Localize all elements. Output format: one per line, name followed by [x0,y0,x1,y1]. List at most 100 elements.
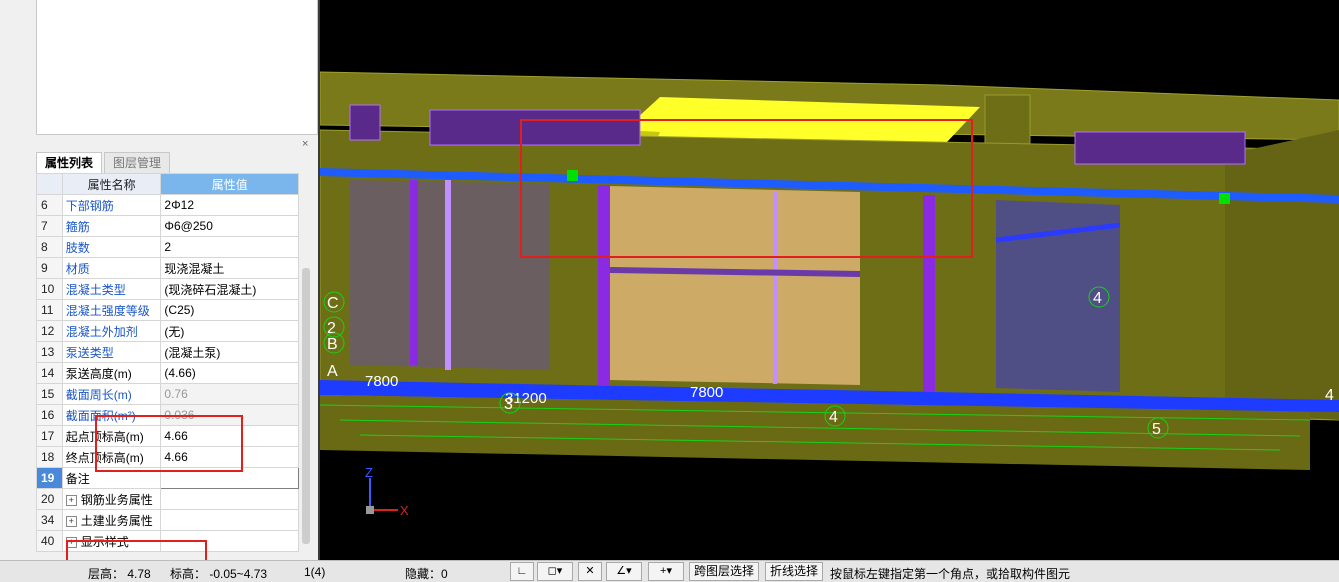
grid-label: A [327,363,338,380]
transom [609,267,861,277]
property-name-header: 属性名称 [61,173,162,195]
row-number: 13 [36,341,63,363]
property-name: 材质 [61,257,162,279]
panel-tabs: 属性列表 图层管理 [36,152,172,173]
grid-label: 3 [504,396,513,413]
property-name: 混凝土强度等级 [61,299,162,321]
tab-property-list[interactable]: 属性列表 [36,152,103,173]
x-axis-label: X [400,503,409,518]
property-name: 混凝土类型 [61,278,162,300]
table-row[interactable]: 15 截面周长(m) 0.76 [36,383,299,405]
property-value[interactable]: (无) [160,320,299,342]
row-number: 18 [36,446,63,468]
property-value[interactable]: (C25) [160,299,299,321]
property-panel: × 属性列表 图层管理 属性名称 属性值 6 下部钢筋 2Φ12 7 箍筋 Φ6@250… [0,0,318,560]
highlight-box-elevation [95,415,243,472]
cross-icon[interactable]: ✕ [578,562,602,581]
grip-handle[interactable] [1219,193,1230,204]
property-value [160,488,299,510]
polyline-select-button[interactable]: 折线选择 [765,562,824,581]
purple-panel [1074,131,1246,165]
property-value[interactable]: 现浇混凝土 [160,257,299,279]
component-list-area[interactable] [36,0,318,135]
row-number: 19 [36,467,63,489]
property-value[interactable]: 2Φ12 [160,194,299,216]
floor-height-readout: 层高： 4.78 [88,567,151,581]
property-value[interactable]: (现浇碎石混凝土) [160,278,299,300]
snap-icon[interactable]: ◻▾ [537,562,573,581]
grip-handle[interactable] [567,170,578,181]
elevation-readout: 标高： -0.05~4.73 [170,567,268,581]
grid-label: 4 [1093,290,1102,307]
property-value: 0.76 [160,383,299,405]
table-row[interactable]: 10 混凝土类型 (现浇碎石混凝土) [36,278,299,300]
table-row[interactable]: 9 材质 现浇混凝土 [36,257,299,279]
property-value[interactable]: (混凝土泵) [160,341,299,363]
row-number: 7 [36,215,63,237]
property-name: 泵送高度(m) [61,362,162,384]
property-value[interactable]: Φ6@250 [160,215,299,237]
property-group-label: 钢筋业务属性 [80,492,153,507]
purple-panel [349,104,381,141]
hidden-count: 隐藏：0 [405,567,448,581]
property-value[interactable]: (4.66) [160,362,299,384]
column [410,180,418,365]
property-name: 泵送类型 [61,341,162,363]
expand-icon[interactable]: + [65,515,77,527]
row-number: 9 [36,257,63,279]
angle-icon[interactable]: ∠▾ [606,562,642,581]
cross-layer-select-button[interactable]: 跨图层选择 [689,562,760,581]
building-model[interactable]: 7800 7800 31200 C 2 B A 3 4 5 4 4 Z X [320,0,1339,560]
status-bar: 层高： 4.78 标高： -0.05~4.73 1(4) 隐藏：0 ∟ ◻▾ ✕… [0,560,1339,582]
dimension-label: 7800 [690,384,723,401]
property-name: 肢数 [61,236,162,258]
property-table: 属性名称 属性值 6 下部钢筋 2Φ12 7 箍筋 Φ6@250 8 肢数 2 9 材质 现浇混… [36,173,299,552]
vertical-scrollbar[interactable] [302,268,310,544]
dimension-label: 7800 [365,373,398,390]
row-number: 6 [36,194,63,216]
property-value [160,509,299,531]
property-group-label: 土建业务属性 [80,513,153,528]
expand-icon[interactable]: + [65,494,77,506]
table-row[interactable]: 34 + 土建业务属性 [36,509,299,531]
offset-icon[interactable]: +▾ [648,562,684,581]
table-header-row: 属性名称 属性值 [36,173,299,195]
grid-label: C [327,295,339,312]
property-value-header: 属性值 [160,173,299,195]
table-row[interactable]: 7 箍筋 Φ6@250 [36,215,299,237]
row-number: 14 [36,362,63,384]
row-number: 20 [36,488,63,510]
tab-layer-management[interactable]: 图层管理 [104,152,171,173]
property-group[interactable]: + 钢筋业务属性 [61,488,162,510]
property-name: 箍筋 [61,215,162,237]
grid-label: B [327,336,338,353]
table-row[interactable]: 8 肢数 2 [36,236,299,258]
property-group[interactable]: + 土建业务属性 [61,509,162,531]
property-name: 混凝土外加剂 [61,320,162,342]
table-row[interactable]: 11 混凝土强度等级 (C25) [36,299,299,321]
table-row[interactable]: 12 混凝土外加剂 (无) [36,320,299,342]
purple-panel [429,109,641,146]
row-number: 40 [36,530,63,552]
grid-label: 4 [829,409,838,426]
row-number: 8 [36,236,63,258]
column [598,185,610,385]
row-number-header [36,173,63,195]
table-row[interactable]: 6 下部钢筋 2Φ12 [36,194,299,216]
table-row[interactable]: 14 泵送高度(m) (4.66) [36,362,299,384]
3d-viewport[interactable]: 7800 7800 31200 C 2 B A 3 4 5 4 4 Z X [320,0,1339,560]
row-number: 11 [36,299,63,321]
z-axis-label: Z [365,465,373,480]
table-row[interactable]: 13 泵送类型 (混凝土泵) [36,341,299,363]
row-number: 10 [36,278,63,300]
row-number: 34 [36,509,63,531]
close-icon[interactable]: × [302,138,308,150]
property-name: 截面周长(m) [61,383,162,405]
window-center [610,186,860,385]
table-row[interactable]: 20 + 钢筋业务属性 [36,488,299,510]
grid-label: 5 [1152,421,1161,438]
ortho-icon[interactable]: ∟ [510,562,534,581]
row-number: 12 [36,320,63,342]
axis-triad: Z X [365,465,409,518]
property-value[interactable]: 2 [160,236,299,258]
